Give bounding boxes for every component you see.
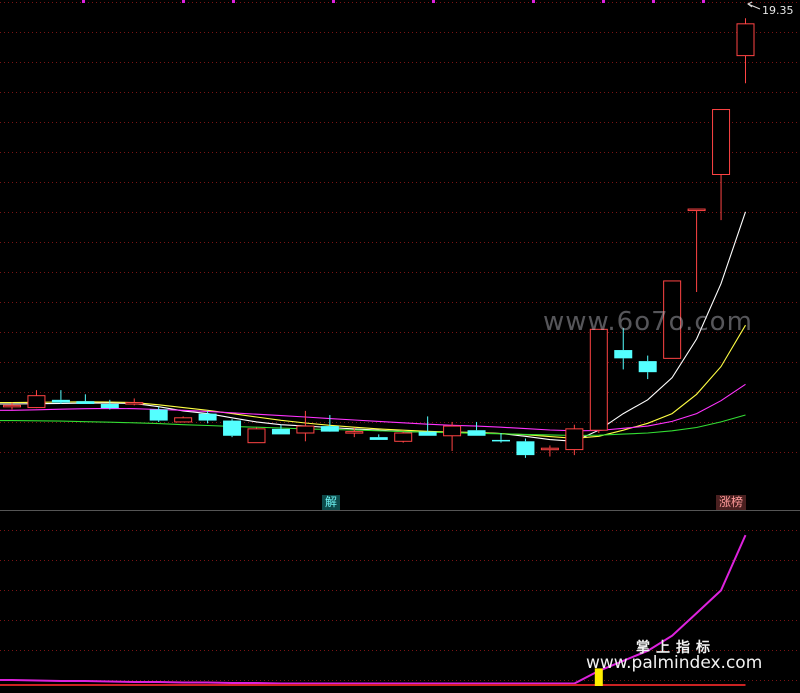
- price-pointer: [747, 1, 761, 10]
- moving-average-line: [0, 414, 746, 437]
- candle-body: [271, 428, 290, 435]
- candle-body: [76, 401, 95, 404]
- candle-body: [369, 437, 388, 440]
- marker-jie: 解: [322, 495, 341, 510]
- chart-stage: 解 涨榜 19.35 www.6o7o.com 掌上指标 www.palmind…: [0, 0, 800, 689]
- top-edge-dot: [182, 0, 185, 3]
- candle-body: [540, 447, 559, 451]
- top-edge-dot: [532, 0, 535, 3]
- kline-chart: [0, 0, 800, 686]
- candle-body: [27, 395, 46, 409]
- top-edge-dot: [232, 0, 235, 3]
- candle-body: [100, 403, 119, 409]
- candle-body: [589, 328, 608, 431]
- candle-body: [443, 425, 462, 437]
- top-edge-dot: [82, 0, 85, 3]
- candle-body: [345, 431, 364, 434]
- candle-body: [638, 361, 657, 373]
- candle-body: [3, 404, 21, 408]
- candles: [3, 18, 755, 458]
- candle-body: [394, 432, 413, 442]
- watermark-url: www.palmindex.com: [586, 653, 763, 673]
- marker-zhangbang: 涨榜: [716, 495, 747, 510]
- candle-body: [712, 109, 731, 175]
- candle-body: [223, 420, 242, 436]
- top-edge-dot: [702, 0, 705, 3]
- candle-body: [736, 23, 755, 57]
- candle-body: [565, 428, 584, 451]
- top-edge-dot: [332, 0, 335, 3]
- top-edge-dot: [652, 0, 655, 3]
- candle-body: [516, 441, 535, 456]
- candle-body: [247, 428, 266, 444]
- watermark-top: www.6o7o.com: [543, 307, 753, 337]
- top-edge-dot: [432, 0, 435, 3]
- candle-body: [51, 399, 70, 403]
- candle-body: [149, 409, 168, 421]
- candle-body: [198, 413, 217, 421]
- candle-body: [174, 417, 193, 423]
- candle-body: [418, 431, 437, 436]
- candle-body: [125, 402, 144, 405]
- candle-body: [467, 430, 486, 436]
- candle-body: [492, 439, 510, 442]
- candle-body: [296, 425, 315, 434]
- candle-body: [614, 350, 633, 359]
- candle-body: [320, 426, 339, 432]
- last-price-label: 19.35: [762, 4, 794, 17]
- candle-body: [687, 208, 706, 212]
- top-edge-dot: [602, 0, 605, 3]
